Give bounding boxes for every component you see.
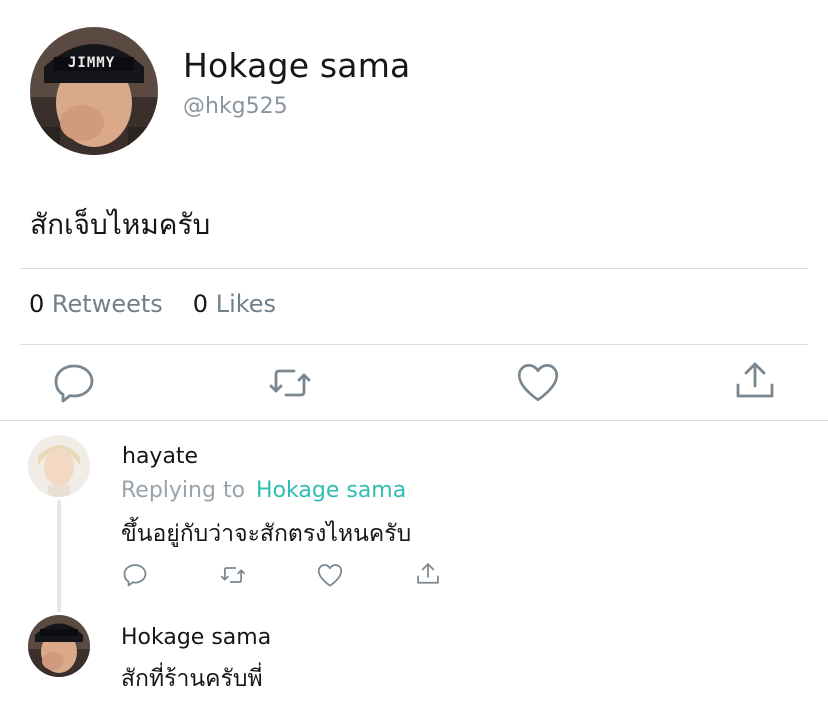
reply-button[interactable] [121,561,149,593]
replying-to-label: Replying to [121,478,246,503]
retweets-count: 0 [29,290,45,318]
avatar-photo [28,615,90,677]
divider [20,344,808,345]
like-icon [317,564,343,587]
reply-author-name[interactable]: Hokage sama [121,625,271,650]
likes-count: 0 [192,290,209,318]
like-button[interactable] [513,357,563,411]
reply-text: สักที่ร้านครับพี่ [121,666,263,692]
reply-button[interactable] [50,359,98,411]
thread-line [57,500,61,612]
author-handle[interactable]: @hkg525 [183,94,288,119]
like-icon [517,363,559,402]
retweet-button[interactable] [266,359,314,411]
reply-icon [54,364,94,403]
avatar-cap-text: JIMMY [68,55,116,71]
retweet-button[interactable] [219,561,247,593]
reply-avatar[interactable] [28,615,90,677]
divider [20,268,808,269]
share-icon [736,362,774,398]
reply-avatar[interactable] [28,435,90,497]
retweets-stat[interactable]: 0 Retweets [29,290,163,318]
avatar-photo [30,27,158,155]
author-name[interactable]: Hokage sama [183,46,410,85]
tweet-text: สักเจ็บไหมครับ [30,208,211,241]
avatar-photo [28,435,90,497]
replying-to-link[interactable]: Hokage sama [256,478,406,503]
tweet-stats: 0 Retweets 0 Likes [29,290,276,318]
replying-to: Replying to Hokage sama [121,478,406,503]
like-button[interactable] [315,560,345,594]
reply-text: ขึ้นอยู่กับว่าจะสักตรงไหนครับ [121,521,412,547]
reply-author-name[interactable]: hayate [122,444,198,469]
divider [0,420,828,421]
share-button[interactable] [731,357,779,409]
share-icon [417,563,439,584]
reply-icon [123,564,147,587]
author-avatar[interactable]: JIMMY [30,27,158,155]
retweet-icon [221,567,245,583]
likes-stat[interactable]: 0 Likes [193,290,276,318]
share-button[interactable] [414,560,442,592]
retweets-label: Retweets [51,290,163,318]
retweet-icon [269,369,311,397]
likes-label: Likes [215,290,277,318]
